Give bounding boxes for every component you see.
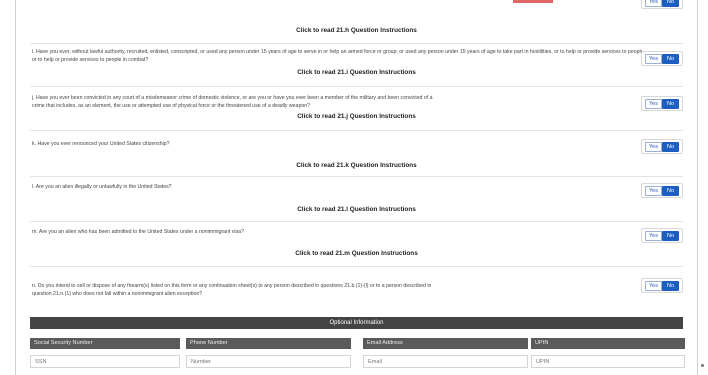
ssn-label: Social Security Number: [30, 338, 180, 349]
no-button-i[interactable]: No: [662, 54, 679, 64]
no-button-m[interactable]: No: [662, 231, 679, 241]
question-k-text: k. Have you ever renounced your United S…: [32, 141, 170, 147]
question-n: n. Do you intend to sell or dispose of a…: [32, 282, 642, 298]
yes-button-l[interactable]: Yes: [645, 186, 662, 196]
yes-button-h[interactable]: Yes: [645, 0, 662, 7]
yes-button-i[interactable]: Yes: [645, 54, 662, 64]
yes-button-j[interactable]: Yes: [645, 99, 662, 109]
divider: [30, 43, 683, 44]
instructions-link-l[interactable]: Click to read 21.l Question Instructions: [16, 206, 697, 213]
form-panel: Yes No Click to read 21.h Question Instr…: [15, 0, 698, 375]
question-n-text-2: question 21.n.(1) who does not fall with…: [32, 291, 203, 297]
email-input[interactable]: [363, 355, 528, 368]
question-l: l. Are you an alien illegally or unlawfu…: [32, 183, 642, 191]
question-n-text: n. Do you intend to sell or dispose of a…: [32, 283, 432, 289]
phone-label: Phone Number: [186, 338, 351, 349]
divider: [30, 266, 683, 267]
question-j: j. Have you ever been convicted in any c…: [32, 94, 642, 110]
email-label: Email Address: [363, 338, 528, 349]
question-i: i. Have you ever, without lawful authori…: [32, 48, 642, 64]
no-button-k[interactable]: No: [662, 142, 679, 152]
yes-no-toggle-m: Yes No: [641, 228, 683, 243]
phone-input[interactable]: [186, 355, 351, 368]
yes-no-toggle-k: Yes No: [641, 139, 683, 154]
no-button-l[interactable]: No: [662, 186, 679, 196]
scroll-indicator: [701, 364, 704, 367]
instructions-link-i[interactable]: Click to read 21.i Question Instructions: [16, 69, 697, 76]
ssn-input[interactable]: [30, 355, 180, 368]
question-k: k. Have you ever renounced your United S…: [32, 140, 642, 148]
yes-no-toggle-i: Yes No: [641, 51, 683, 66]
divider: [30, 86, 683, 87]
instructions-link-m[interactable]: Click to read 21.m Question Instructions: [16, 250, 697, 257]
instructions-link-j[interactable]: Click to read 21.j Question Instructions: [16, 113, 697, 120]
question-m-text: m. Are you an alien who has been admitte…: [32, 229, 244, 235]
divider: [30, 130, 683, 131]
instructions-link-k[interactable]: Click to read 21.k Question Instructions: [16, 162, 697, 169]
instructions-link-h[interactable]: Click to read 21.h Question Instructions: [16, 27, 697, 34]
no-button-h[interactable]: No: [662, 0, 679, 7]
optional-information-header: Optional Information: [30, 317, 683, 329]
no-button-n[interactable]: No: [662, 281, 679, 291]
yes-no-toggle-n: Yes No: [641, 278, 683, 293]
question-j-text-2: crime that includes, as an element, the …: [32, 103, 310, 109]
yes-no-toggle-l: Yes No: [641, 183, 683, 198]
divider: [30, 221, 683, 222]
upin-input[interactable]: [531, 355, 685, 368]
question-l-text: l. Are you an alien illegally or unlawfu…: [32, 184, 172, 190]
yes-no-toggle-j: Yes No: [641, 96, 683, 111]
divider: [30, 176, 683, 177]
upin-label: UPIN: [531, 338, 685, 349]
yes-no-toggle-h: Yes No: [641, 0, 683, 9]
yes-button-n[interactable]: Yes: [645, 281, 662, 291]
yes-button-k[interactable]: Yes: [645, 142, 662, 152]
no-button-j[interactable]: No: [662, 99, 679, 109]
yes-button-m[interactable]: Yes: [645, 231, 662, 241]
question-j-text: j. Have you ever been convicted in any c…: [32, 95, 433, 101]
question-i-text-2: or to help or provide services to people…: [32, 57, 149, 63]
top-accent-bar: [513, 0, 553, 3]
question-i-text: i. Have you ever, without lawful authori…: [32, 49, 642, 55]
question-m: m. Are you an alien who has been admitte…: [32, 228, 642, 236]
